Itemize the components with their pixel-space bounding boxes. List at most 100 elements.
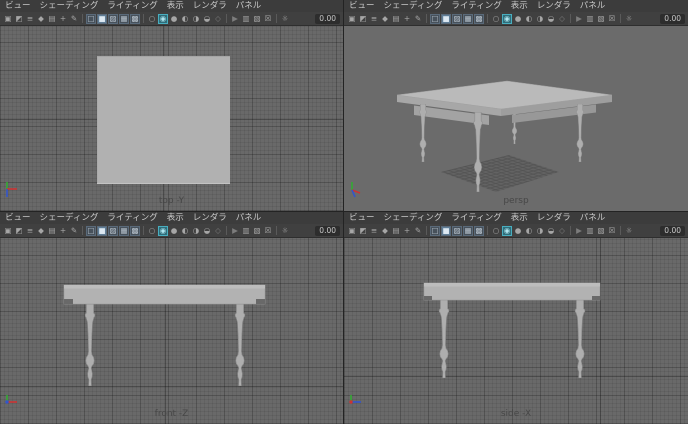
menu-shading[interactable]: シェーディング	[384, 0, 443, 12]
film-gate-icon[interactable]: ▥	[585, 226, 595, 236]
gate-mask-icon[interactable]: ☒	[263, 226, 273, 236]
menu-view[interactable]: ビュー	[349, 0, 375, 12]
film-gate-icon[interactable]: ▥	[241, 226, 251, 236]
isolate-select-icon[interactable]: ◉	[158, 225, 168, 236]
exposure-icon[interactable]: ☼	[280, 14, 290, 24]
exposure-icon[interactable]: ☼	[624, 226, 634, 236]
textured-mode-icon[interactable]: ▨	[452, 13, 462, 24]
grease-pencil-icon[interactable]: ✎	[413, 226, 423, 236]
grease-pencil-icon[interactable]: ✎	[69, 226, 79, 236]
use-all-lights-icon[interactable]: ▦	[119, 225, 129, 236]
pan-zoom-icon[interactable]: +	[402, 226, 412, 236]
resolution-gate-icon[interactable]: ▧	[596, 226, 606, 236]
pan-zoom-icon[interactable]: +	[58, 14, 68, 24]
select-camera-icon[interactable]: ▣	[347, 226, 357, 236]
material-override-icon[interactable]: ◒	[546, 226, 556, 236]
selection-cursor-icon[interactable]: ▶	[574, 14, 584, 24]
film-gate-icon[interactable]: ▥	[241, 14, 251, 24]
menu-view[interactable]: ビュー	[5, 212, 31, 224]
image-plane-icon[interactable]: ▤	[391, 14, 401, 24]
gate-mask-icon[interactable]: ☒	[607, 14, 617, 24]
lock-camera-icon[interactable]: ◩	[14, 14, 24, 24]
grease-pencil-icon[interactable]: ✎	[413, 14, 423, 24]
xray-mode-icon[interactable]: ◇	[557, 226, 567, 236]
material-override-icon[interactable]: ◒	[202, 226, 212, 236]
menu-lighting[interactable]: ライティング	[107, 212, 157, 224]
default-material-icon[interactable]: ●	[513, 14, 523, 24]
resolution-gate-icon[interactable]: ▧	[252, 226, 262, 236]
image-plane-icon[interactable]: ▤	[47, 14, 57, 24]
exposure-value[interactable]: 0.00	[315, 225, 340, 236]
gate-mask-icon[interactable]: ☒	[607, 226, 617, 236]
wireframe-on-shaded-icon[interactable]: ◐	[524, 14, 534, 24]
wireframe-mode-icon[interactable]: □	[86, 225, 96, 236]
exposure-value[interactable]: 0.00	[660, 225, 685, 236]
menu-panels[interactable]: パネル	[580, 212, 606, 224]
default-material-icon[interactable]: ●	[169, 226, 179, 236]
textured-mode-icon[interactable]: ▨	[108, 225, 118, 236]
menu-panels[interactable]: パネル	[236, 212, 262, 224]
exposure-value[interactable]: 0.00	[315, 13, 340, 24]
table-leg-left[interactable]	[419, 104, 427, 162]
shadow-mode-icon[interactable]: ▩	[130, 225, 140, 236]
menu-show[interactable]: 表示	[167, 212, 184, 224]
use-all-lights-icon[interactable]: ▦	[463, 225, 473, 236]
occlusion-icon[interactable]: ○	[147, 14, 157, 24]
menu-panels[interactable]: パネル	[580, 0, 606, 12]
smooth-shade-mode-icon[interactable]: ■	[441, 225, 451, 236]
menu-shading[interactable]: シェーディング	[40, 0, 99, 12]
exposure-value[interactable]: 0.00	[660, 13, 685, 24]
bookmarks-icon[interactable]: ◆	[36, 14, 46, 24]
camera-attributes-icon[interactable]: ≡	[369, 226, 379, 236]
viewport-top[interactable]: top -Y	[0, 26, 343, 211]
occlusion-icon[interactable]: ○	[491, 226, 501, 236]
textured-sphere-icon[interactable]: ◑	[535, 14, 545, 24]
use-all-lights-icon[interactable]: ▦	[119, 13, 129, 24]
selection-cursor-icon[interactable]: ▶	[574, 226, 584, 236]
shadow-mode-icon[interactable]: ▩	[130, 13, 140, 24]
xray-mode-icon[interactable]: ◇	[557, 14, 567, 24]
xray-mode-icon[interactable]: ◇	[213, 226, 223, 236]
camera-attributes-icon[interactable]: ≡	[369, 14, 379, 24]
wireframe-on-shaded-icon[interactable]: ◐	[524, 226, 534, 236]
xray-mode-icon[interactable]: ◇	[213, 14, 223, 24]
isolate-select-icon[interactable]: ◉	[158, 13, 168, 24]
film-gate-icon[interactable]: ▥	[585, 14, 595, 24]
selection-cursor-icon[interactable]: ▶	[230, 14, 240, 24]
exposure-icon[interactable]: ☼	[280, 226, 290, 236]
select-camera-icon[interactable]: ▣	[3, 226, 13, 236]
smooth-shade-mode-icon[interactable]: ■	[97, 13, 107, 24]
bookmarks-icon[interactable]: ◆	[380, 14, 390, 24]
resolution-gate-icon[interactable]: ▧	[596, 14, 606, 24]
menu-shading[interactable]: シェーディング	[40, 212, 99, 224]
menu-shading[interactable]: シェーディング	[384, 212, 443, 224]
image-plane-icon[interactable]: ▤	[47, 226, 57, 236]
table-model-side-view[interactable]	[344, 238, 687, 424]
viewport-side[interactable]: side -X	[344, 238, 688, 424]
select-camera-icon[interactable]: ▣	[347, 14, 357, 24]
wireframe-mode-icon[interactable]: □	[86, 13, 96, 24]
occlusion-icon[interactable]: ○	[147, 226, 157, 236]
table-leg-left[interactable]	[84, 304, 96, 386]
bookmarks-icon[interactable]: ◆	[36, 226, 46, 236]
table-model-persp-view[interactable]	[344, 26, 688, 211]
smooth-shade-mode-icon[interactable]: ■	[441, 13, 451, 24]
resolution-gate-icon[interactable]: ▧	[252, 14, 262, 24]
textured-sphere-icon[interactable]: ◑	[191, 14, 201, 24]
wireframe-mode-icon[interactable]: □	[430, 225, 440, 236]
camera-attributes-icon[interactable]: ≡	[25, 14, 35, 24]
gate-mask-icon[interactable]: ☒	[263, 14, 273, 24]
isolate-select-icon[interactable]: ◉	[502, 13, 512, 24]
viewport-persp[interactable]: persp	[344, 26, 688, 211]
menu-show[interactable]: 表示	[167, 0, 184, 12]
shadow-mode-icon[interactable]: ▩	[474, 225, 484, 236]
menu-renderer[interactable]: レンダラ	[537, 212, 571, 224]
wireframe-on-shaded-icon[interactable]: ◐	[180, 226, 190, 236]
material-override-icon[interactable]: ◒	[202, 14, 212, 24]
lock-camera-icon[interactable]: ◩	[14, 226, 24, 236]
table-leg-right[interactable]	[574, 300, 586, 378]
selection-cursor-icon[interactable]: ▶	[230, 226, 240, 236]
menu-view[interactable]: ビュー	[349, 212, 375, 224]
menu-renderer[interactable]: レンダラ	[193, 0, 227, 12]
wireframe-on-shaded-icon[interactable]: ◐	[180, 14, 190, 24]
